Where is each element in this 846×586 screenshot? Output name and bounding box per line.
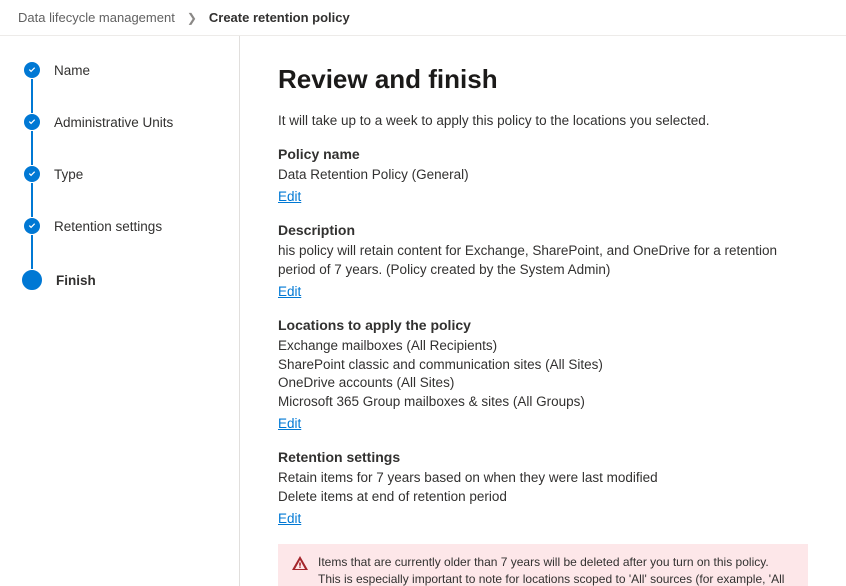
app-root: Data lifecycle management ❯ Create reten… xyxy=(0,0,846,586)
step-connector xyxy=(31,183,33,217)
retention-line: Retain items for 7 years based on when t… xyxy=(278,469,808,488)
location-line: Microsoft 365 Group mailboxes & sites (A… xyxy=(278,393,808,412)
step-name[interactable]: Name xyxy=(24,62,223,78)
location-line: Exchange mailboxes (All Recipients) xyxy=(278,337,808,356)
section-policy-name: Policy name Data Retention Policy (Gener… xyxy=(278,146,808,204)
chevron-right-icon: ❯ xyxy=(187,11,197,25)
edit-description-link[interactable]: Edit xyxy=(278,284,301,299)
warning-triangle-icon xyxy=(292,554,308,586)
current-step-icon xyxy=(22,270,42,290)
breadcrumb: Data lifecycle management ❯ Create reten… xyxy=(0,0,846,36)
breadcrumb-parent[interactable]: Data lifecycle management xyxy=(18,10,175,25)
step-connector xyxy=(31,235,33,269)
page-title: Review and finish xyxy=(278,64,808,95)
step-label: Administrative Units xyxy=(54,115,173,130)
policy-name-value: Data Retention Policy (General) xyxy=(278,166,808,185)
step-connector xyxy=(31,131,33,165)
section-title: Description xyxy=(278,222,808,238)
step-label: Type xyxy=(54,167,83,182)
check-circle-icon xyxy=(24,218,40,234)
breadcrumb-current: Create retention policy xyxy=(209,10,350,25)
retention-line: Delete items at end of retention period xyxy=(278,488,808,507)
check-circle-icon xyxy=(24,114,40,130)
step-label: Name xyxy=(54,63,90,78)
step-label: Finish xyxy=(56,273,96,288)
wizard-body: Name Administrative Units Type Retention… xyxy=(0,36,846,586)
step-finish[interactable]: Finish xyxy=(24,270,223,290)
page-subtext: It will take up to a week to apply this … xyxy=(278,113,808,128)
wizard-steps: Name Administrative Units Type Retention… xyxy=(0,36,240,586)
step-admin-units[interactable]: Administrative Units xyxy=(24,114,223,130)
step-type[interactable]: Type xyxy=(24,166,223,182)
section-description: Description his policy will retain conte… xyxy=(278,222,808,299)
warning-banner: Items that are currently older than 7 ye… xyxy=(278,544,808,586)
edit-retention-link[interactable]: Edit xyxy=(278,511,301,526)
step-connector xyxy=(31,79,33,113)
section-title: Policy name xyxy=(278,146,808,162)
location-line: OneDrive accounts (All Sites) xyxy=(278,374,808,393)
edit-locations-link[interactable]: Edit xyxy=(278,416,301,431)
description-value: his policy will retain content for Excha… xyxy=(278,242,808,280)
edit-policy-name-link[interactable]: Edit xyxy=(278,189,301,204)
check-circle-icon xyxy=(24,62,40,78)
warning-text: Items that are currently older than 7 ye… xyxy=(318,554,794,586)
section-title: Locations to apply the policy xyxy=(278,317,808,333)
step-retention-settings[interactable]: Retention settings xyxy=(24,218,223,234)
section-locations: Locations to apply the policy Exchange m… xyxy=(278,317,808,432)
wizard-content: Review and finish It will take up to a w… xyxy=(240,36,846,586)
step-label: Retention settings xyxy=(54,219,162,234)
section-title: Retention settings xyxy=(278,449,808,465)
section-retention: Retention settings Retain items for 7 ye… xyxy=(278,449,808,526)
location-line: SharePoint classic and communication sit… xyxy=(278,356,808,375)
check-circle-icon xyxy=(24,166,40,182)
